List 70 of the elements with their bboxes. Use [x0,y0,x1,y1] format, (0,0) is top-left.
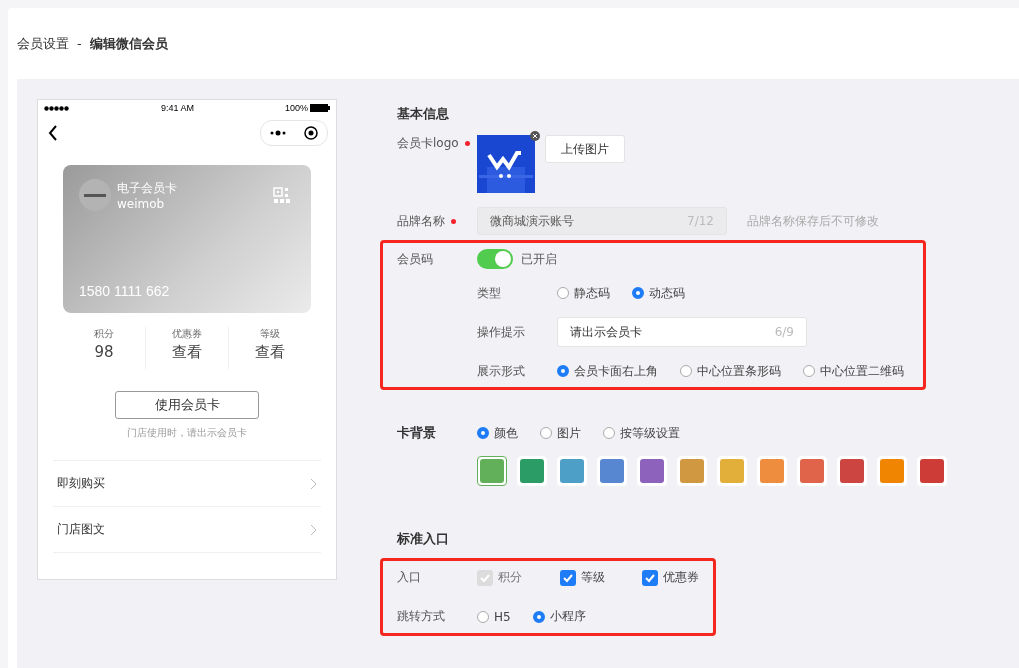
battery-icon [310,104,330,112]
field-label: 入口 [397,569,422,586]
stat-value[interactable]: 查看 [172,343,202,362]
section-heading: 基本信息 [397,105,450,123]
radio-label: 静态码 [574,284,610,302]
field-label: 品牌名称 [397,212,445,230]
radio-option[interactable]: 中心位置条形码 [680,362,781,380]
upload-button[interactable]: 上传图片 [545,135,625,163]
stat-label: 等级 [260,327,280,341]
breadcrumb-separator: - [77,36,82,51]
radio-label: 会员卡面右上角 [574,362,658,380]
target-icon[interactable] [304,126,318,140]
card-subtitle: weimob [117,196,166,211]
radio-label: 中心位置二维码 [820,362,904,380]
stat-value: 98 [94,343,114,361]
toggle-status: 已开启 [521,250,557,268]
chevron-right-icon [310,523,317,536]
radio-option[interactable]: 图片 [540,424,581,442]
radio-option[interactable]: 动态码 [632,284,685,302]
checkbox-label: 优惠券 [663,569,699,586]
section-heading: 标准入口 [397,530,450,548]
toggle-switch[interactable] [477,249,513,269]
field-label: 跳转方式 [397,608,446,625]
back-icon[interactable] [48,125,58,141]
checkbox-option[interactable]: 等级 [559,569,620,586]
breadcrumb-link[interactable]: 会员设置 [17,34,69,53]
radio-option[interactable]: 中心位置二维码 [803,362,904,380]
qr-code-icon [273,187,291,205]
tip-field[interactable]: 请出示会员卡 6/9 [557,317,807,347]
field-label: 类型 [477,284,502,302]
field-label: 卡背景 [397,424,437,442]
radio-option[interactable]: 小程序 [532,608,586,625]
radio-label: 颜色 [494,424,518,442]
field-label: 操作提示 [477,323,526,341]
remove-icon[interactable] [530,131,540,141]
field-label: 会员码 [397,250,434,268]
checkbox-label: 积分 [498,569,522,586]
radio-label: 动态码 [649,284,685,302]
radio-label: 中心位置条形码 [697,362,781,380]
stat-label: 积分 [94,327,114,341]
more-icon[interactable] [270,130,286,136]
chevron-right-icon [310,477,317,490]
field-label: 会员卡logo [397,135,459,152]
card-title: 电子会员卡 [117,179,177,197]
field-note: 品牌名称保存后不可修改 [747,212,879,230]
radio-label: 按等级设置 [620,424,680,442]
radio-option[interactable]: 颜色 [477,424,518,442]
radio-option[interactable]: H5 [477,609,511,624]
radio-option[interactable]: 会员卡面右上角 [557,362,658,380]
radio-label: 小程序 [549,608,586,625]
checkbox-label: 等级 [580,569,605,586]
signal-icon [44,105,70,111]
field-label: 展示形式 [477,362,526,380]
usage-hint: 门店使用时，请出示会员卡 [127,426,247,440]
stat-value[interactable]: 查看 [255,343,285,362]
radio-label: H5 [494,609,511,624]
menu-item[interactable]: 门店图文 [53,507,321,553]
radio-label: 图片 [557,424,581,442]
page-title: 编辑微信会员 [89,34,168,53]
capsule-menu[interactable] [260,120,328,146]
stat-label: 优惠券 [172,327,202,341]
battery-level: 100% [284,103,308,113]
checkbox-option[interactable]: 优惠券 [642,569,699,586]
menu-item[interactable]: 即刻购买 [53,461,321,507]
brand-logo-icon [79,179,111,211]
radio-option[interactable]: 静态码 [557,284,610,302]
use-card-button[interactable]: 使用会员卡 [115,391,259,419]
radio-option[interactable]: 按等级设置 [603,424,680,442]
logo-thumbnail [477,135,535,193]
status-time: 9:41 AM [160,103,194,113]
